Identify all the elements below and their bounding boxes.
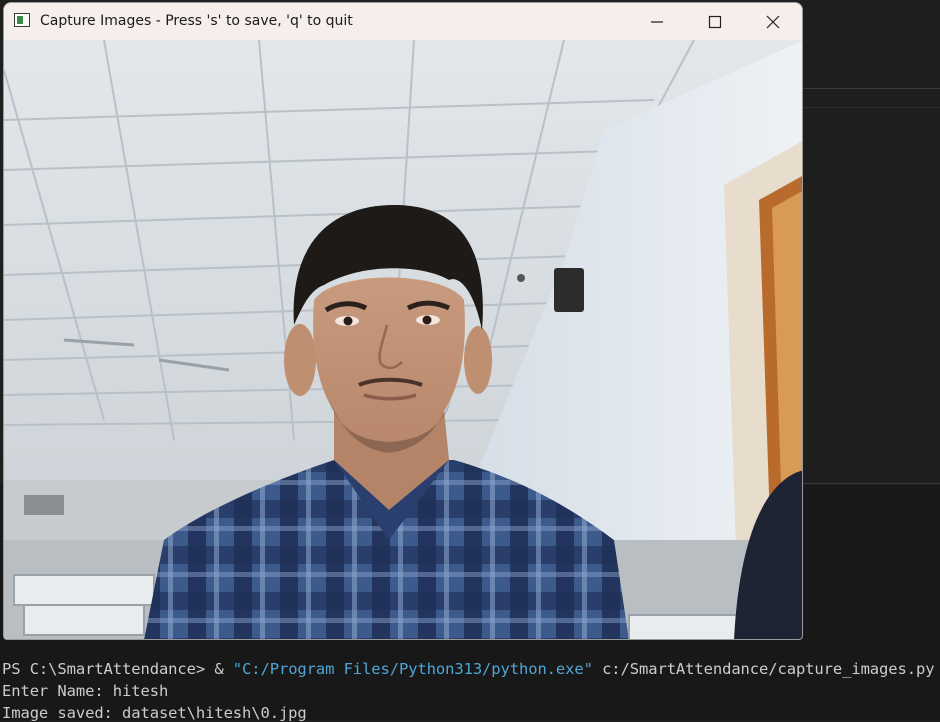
window-titlebar[interactable]: Capture Images - Press 's' to save, 'q' … — [4, 3, 802, 40]
maximize-icon — [708, 15, 722, 29]
terminal-script-path: c:/SmartAttendance/capture_images.py — [592, 660, 935, 678]
close-icon — [766, 15, 780, 29]
editor-divider — [803, 88, 940, 89]
panel-divider — [803, 483, 940, 484]
terminal-exe-path: "C:/Program Files/Python313/python.exe" — [232, 660, 593, 678]
close-button[interactable] — [744, 3, 802, 40]
capture-window[interactable]: Capture Images - Press 's' to save, 'q' … — [3, 2, 803, 640]
minimize-button[interactable] — [628, 3, 686, 40]
window-title: Capture Images - Press 's' to save, 'q' … — [40, 13, 353, 29]
minimize-icon — [651, 21, 663, 23]
terminal-command-line: PS C:\SmartAttendance> & "C:/Program Fil… — [2, 660, 935, 678]
maximize-button[interactable] — [686, 3, 744, 40]
terminal-prompt: PS C:\SmartAttendance> & — [2, 660, 233, 678]
terminal-output-name: Enter Name: hitesh — [2, 682, 169, 700]
opencv-window-icon — [14, 13, 30, 27]
webcam-frame-image — [4, 40, 802, 639]
editor-background — [803, 0, 940, 485]
webcam-feed — [4, 40, 802, 639]
editor-divider — [803, 107, 940, 108]
terminal-output-saved: Image saved: dataset\hitesh\0.jpg — [2, 704, 307, 722]
